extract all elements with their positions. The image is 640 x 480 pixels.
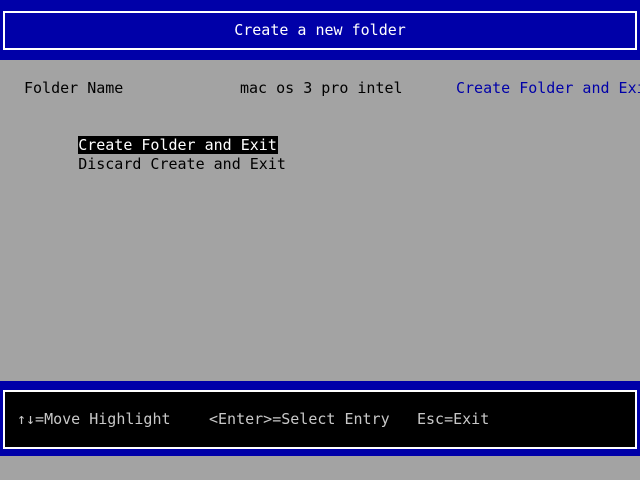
menu-item-label: Create Folder and Exit xyxy=(78,136,278,154)
menu-item-label: Discard Create and Exit xyxy=(78,155,286,173)
folder-name-label: Folder Name xyxy=(24,79,124,97)
help-text: Create Folder and Exit xyxy=(456,79,640,97)
footer-band: ↑↓=Move Highlight <Enter>=Select Entry E… xyxy=(0,381,640,456)
header-band: Create a new folder xyxy=(0,0,640,60)
action-menu: Create Folder and Exit Discard Create an… xyxy=(24,117,287,173)
page-title: Create a new folder xyxy=(234,21,406,39)
footer-select-hint: <Enter>=Select Entry xyxy=(209,410,390,428)
footer-key-help: ↑↓=Move Highlight <Enter>=Select Entry E… xyxy=(3,390,637,449)
create-folder-and-exit-option[interactable]: Create Folder and Exit xyxy=(24,117,287,154)
bios-screen: Create a new folder Folder Name mac os 3… xyxy=(0,0,640,480)
footer-exit-hint: Esc=Exit xyxy=(417,410,490,428)
header-frame: Create a new folder xyxy=(3,11,637,50)
folder-name-field[interactable]: mac os 3 pro intel xyxy=(240,80,403,97)
footer-move-hint: ↑↓=Move Highlight xyxy=(17,410,171,428)
